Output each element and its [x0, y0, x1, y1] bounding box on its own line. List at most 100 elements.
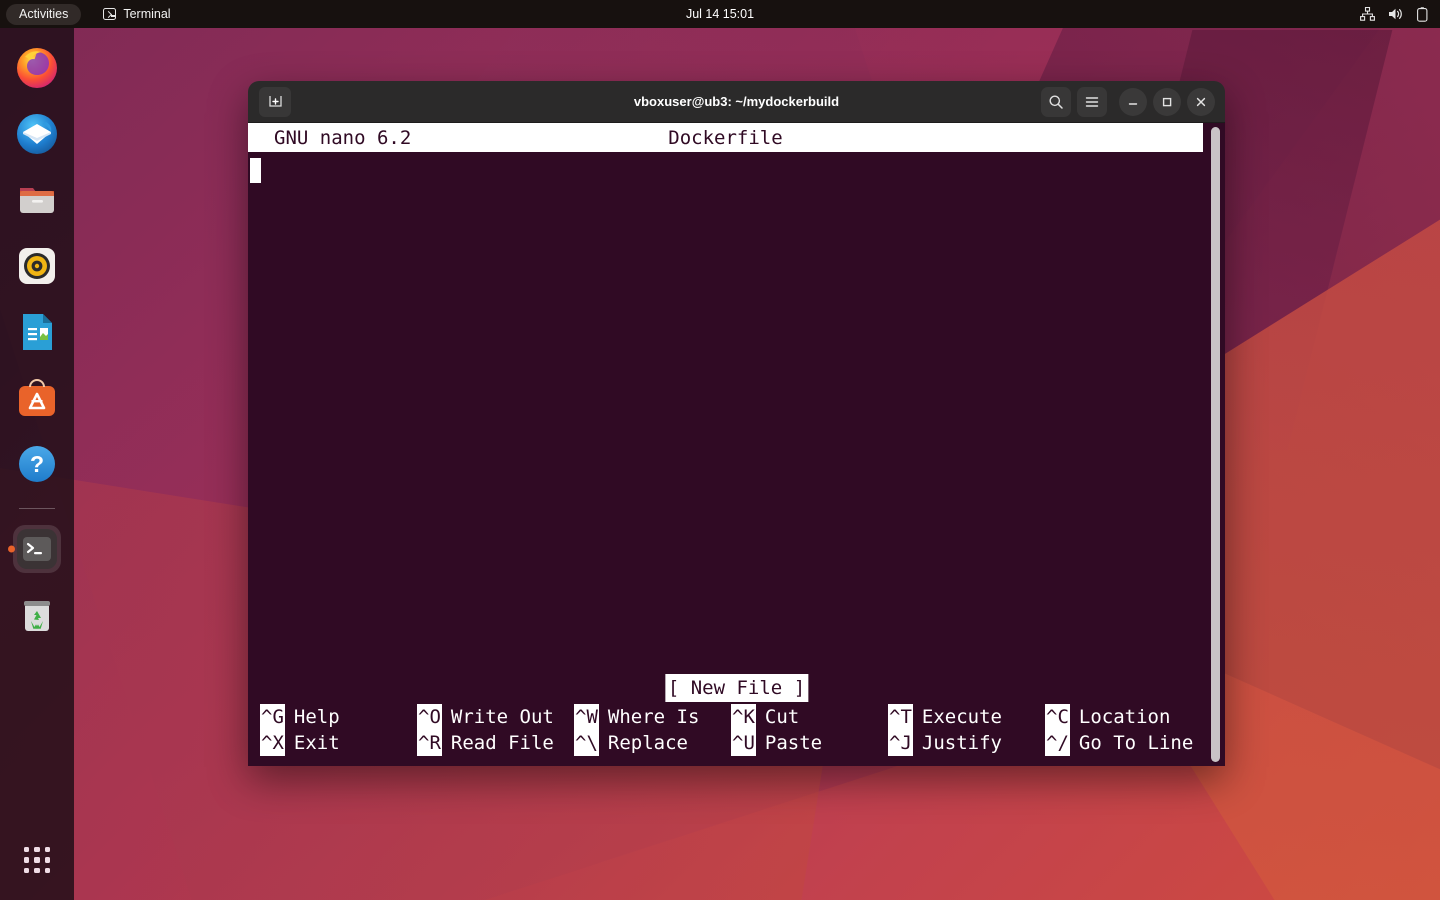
trash-recycle-icon [24, 601, 50, 631]
dock-separator [19, 508, 55, 509]
system-tray[interactable] [1360, 0, 1428, 28]
shortcut-key: ^/ [1045, 730, 1070, 756]
shortcut-exit[interactable]: ^X Exit [260, 730, 417, 756]
shortcut-key: ^\ [574, 730, 599, 756]
shortcut-paste[interactable]: ^U Paste [731, 730, 888, 756]
shortcut-key: ^J [888, 730, 913, 756]
shortcut-help[interactable]: ^G Help [260, 704, 417, 730]
terminal-window: vboxuser@ub3: ~/mydockerbuild GNU nano 6… [248, 81, 1225, 766]
nano-filename: Dockerfile [668, 126, 783, 149]
hamburger-menu-icon [1085, 96, 1099, 107]
scrollbar-thumb[interactable] [1211, 127, 1220, 762]
battery-icon [1417, 6, 1428, 22]
dock-item-libreoffice-writer[interactable] [13, 308, 61, 356]
ubuntu-software-bag-icon [19, 379, 55, 416]
dock-item-terminal[interactable] [8, 525, 61, 573]
shortcut-key: ^U [731, 730, 756, 756]
shortcut-key: ^G [260, 704, 285, 730]
search-icon [1049, 95, 1063, 109]
help-question-icon: ? [19, 446, 55, 482]
new-tab-icon [268, 96, 282, 107]
svg-text:?: ? [30, 451, 44, 477]
close-button[interactable] [1187, 87, 1215, 116]
app-grid-dot [44, 857, 50, 863]
maximize-button[interactable] [1153, 87, 1181, 116]
activities-button[interactable]: Activities [6, 3, 82, 25]
volume-icon [1388, 7, 1404, 21]
shortcut-key: ^T [888, 704, 913, 730]
shortcut-row: ^G Help ^O Write Out ^W Where Is ^K Cut … [260, 704, 1213, 730]
dock-item-trash[interactable] [13, 591, 61, 639]
shortcut-cut[interactable]: ^K Cut [731, 704, 888, 730]
dock-item-help[interactable]: ? [13, 440, 61, 488]
text-cursor [250, 158, 261, 183]
firefox-icon [17, 48, 57, 88]
files-folder-icon [20, 188, 54, 213]
shortcut-label: Write Out [450, 706, 554, 728]
shortcut-execute[interactable]: ^T Execute [888, 704, 1045, 730]
terminal-scrollbar[interactable] [1211, 127, 1220, 762]
shortcut-label: Paste [764, 732, 823, 754]
minimize-icon [1128, 102, 1138, 105]
dock-item-ubuntu-software[interactable] [13, 374, 61, 422]
shortcut-justify[interactable]: ^J Justify [888, 730, 1045, 756]
rhythmbox-speaker-icon [19, 248, 55, 284]
shortcut-label: Where Is [607, 706, 700, 728]
window-controls [1041, 86, 1215, 117]
minimize-button[interactable] [1119, 87, 1147, 116]
top-panel: Activities Terminal Jul 14 15:01 [0, 0, 1440, 28]
app-grid-dot [24, 847, 30, 853]
shortcut-label: Cut [764, 706, 800, 728]
maximize-icon [1162, 97, 1172, 106]
nano-titlebar: GNU nano 6.2 Dockerfile [248, 123, 1203, 152]
dock-item-firefox[interactable] [13, 44, 61, 92]
running-indicator-dot [8, 545, 15, 553]
panel-app-label: Terminal [123, 7, 171, 21]
app-grid-dot [44, 867, 50, 873]
close-icon [1196, 97, 1206, 106]
thunderbird-icon [17, 114, 57, 154]
shortcut-key: ^R [417, 730, 442, 756]
dock-item-thunderbird[interactable] [13, 110, 61, 158]
shortcut-label: Justify [921, 732, 1002, 754]
dock-item-files[interactable] [13, 176, 61, 224]
shortcut-where-is[interactable]: ^W Where Is [574, 704, 731, 730]
terminal-icon [103, 8, 117, 20]
dock: ? [0, 28, 74, 900]
show-applications-button[interactable] [13, 836, 61, 884]
app-grid-dot [34, 847, 40, 853]
shortcut-key: ^X [260, 730, 285, 756]
nano-edit-area[interactable] [248, 152, 1225, 674]
app-grid-dot [44, 847, 50, 853]
terminal-prompt-icon [17, 529, 57, 569]
nano-status-line: [ New File ] [248, 674, 1225, 704]
shortcut-location[interactable]: ^C Location [1045, 704, 1202, 730]
shortcut-key: ^K [731, 704, 756, 730]
shortcut-read-file[interactable]: ^R Read File [417, 730, 574, 756]
shortcut-label: Location [1078, 706, 1171, 728]
shortcut-label: Read File [450, 732, 554, 754]
app-grid-dot [24, 867, 30, 873]
libreoffice-writer-icon [23, 314, 52, 350]
status-badge: [ New File ] [664, 674, 809, 702]
app-grid-dot [24, 857, 30, 863]
shortcut-label: Replace [607, 732, 688, 754]
nano-shortcut-bar: ^G Help ^O Write Out ^W Where Is ^K Cut … [248, 704, 1225, 762]
dock-item-rhythmbox[interactable] [13, 242, 61, 290]
shortcut-label: Go To Line [1078, 732, 1194, 754]
window-titlebar[interactable]: vboxuser@ub3: ~/mydockerbuild [248, 81, 1225, 123]
shortcut-label: Exit [293, 732, 340, 754]
network-icon [1360, 7, 1375, 21]
shortcut-go-to-line[interactable]: ^/ Go To Line [1045, 730, 1202, 756]
shortcut-write-out[interactable]: ^O Write Out [417, 704, 574, 730]
terminal-body[interactable]: GNU nano 6.2 Dockerfile [ New File ] ^G … [248, 123, 1225, 766]
shortcut-label: Help [293, 706, 340, 728]
panel-app-menu[interactable]: Terminal [103, 7, 171, 21]
new-tab-button[interactable] [259, 86, 291, 117]
clock[interactable]: Jul 14 15:01 [686, 0, 754, 28]
shortcut-label: Execute [921, 706, 1002, 728]
menu-button[interactable] [1077, 86, 1107, 117]
search-button[interactable] [1041, 86, 1071, 117]
shortcut-key: ^O [417, 704, 442, 730]
shortcut-replace[interactable]: ^\ Replace [574, 730, 731, 756]
